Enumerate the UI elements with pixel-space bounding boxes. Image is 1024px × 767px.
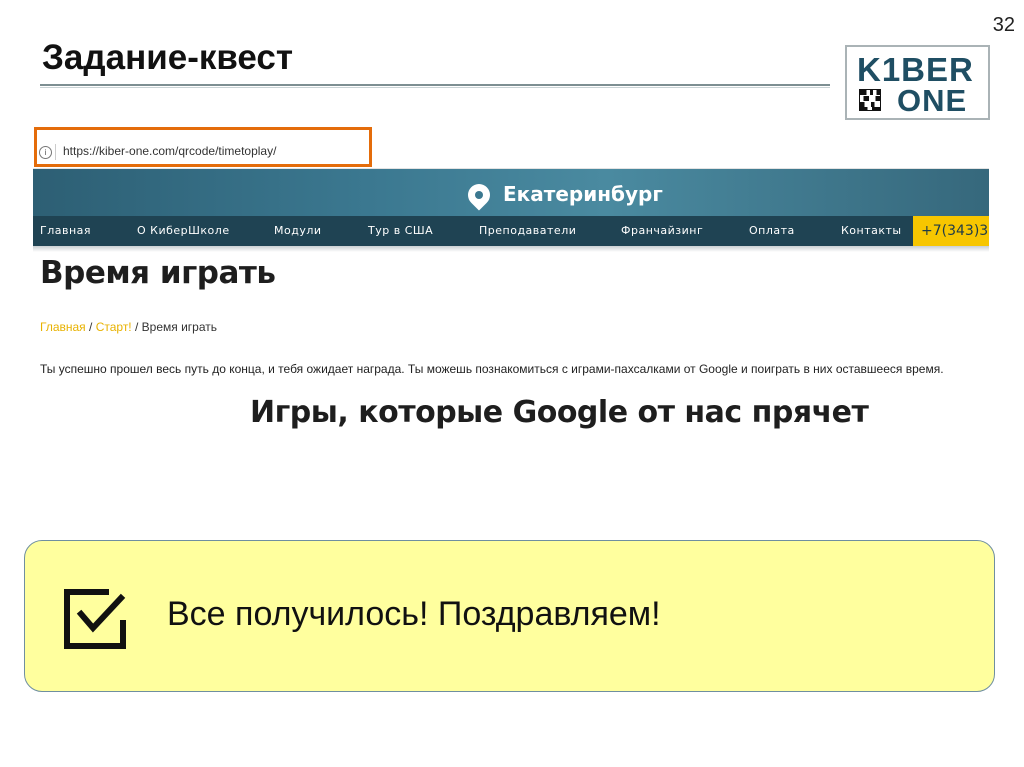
nav-item-payment[interactable]: Оплата [749, 224, 795, 237]
nav-item-home[interactable]: Главная [40, 224, 91, 237]
success-callout: Все получилось! Поздравляем! [24, 540, 995, 692]
city-banner: Екатеринбург [33, 169, 989, 216]
logo-qr-icon [859, 89, 881, 111]
breadcrumb-current: Время играть [141, 320, 218, 334]
location-pin-icon [463, 179, 495, 211]
page-heading: Время играть [40, 255, 276, 291]
nav-shadow [33, 246, 989, 252]
title-divider [40, 84, 830, 88]
games-heading: Игры, которые Google от нас прячет [250, 395, 869, 430]
browser-screenshot: i https://kiber-one.com/qrcode/timetopla… [33, 127, 989, 457]
breadcrumb-separator: / [85, 320, 96, 334]
nav-item-teachers[interactable]: Преподаватели [479, 224, 576, 237]
slide-title: Задание-квест [42, 38, 294, 77]
nav-item-about[interactable]: О КиберШколе [137, 224, 230, 237]
intro-text: Ты успешно прошел весь путь до конца, и … [40, 362, 944, 376]
main-nav: Главная О КиберШколе Модули Тур в США Пр… [33, 216, 989, 246]
nav-item-usa-tour[interactable]: Тур в США [368, 224, 433, 237]
nav-item-contacts[interactable]: Контакты [841, 224, 902, 237]
slide-number: 32 [992, 14, 1015, 36]
city-name[interactable]: Екатеринбург [503, 182, 663, 206]
callout-text: Все получилось! Поздравляем! [167, 595, 661, 633]
logo-line2: ONE [897, 83, 968, 118]
breadcrumb-home-link[interactable]: Главная [40, 320, 86, 334]
breadcrumb: Главная / Старт! / Время играть [40, 320, 217, 334]
address-highlight-frame [34, 127, 372, 167]
nav-item-franchise[interactable]: Франчайзинг [621, 224, 703, 237]
checkbox-icon [64, 589, 126, 649]
breadcrumb-separator: / [131, 320, 142, 334]
phone-number[interactable]: +7(343)3 [913, 216, 989, 246]
breadcrumb-start-link[interactable]: Старт! [96, 320, 132, 334]
nav-item-modules[interactable]: Модули [274, 224, 322, 237]
kiber-one-logo: K1BER ONE [845, 45, 990, 120]
